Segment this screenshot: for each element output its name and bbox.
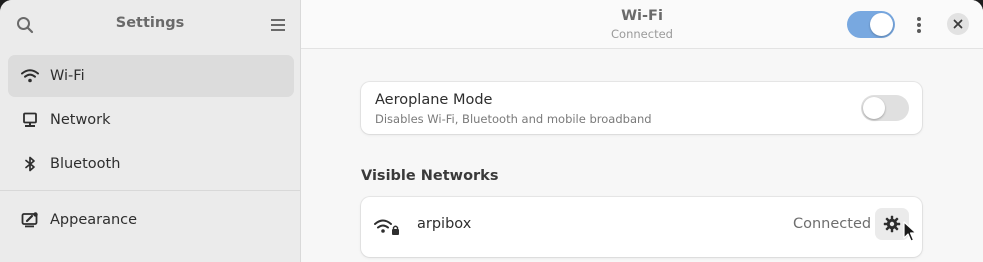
sidebar-item-bluetooth[interactable]: Bluetooth — [8, 143, 294, 185]
main-menu-button[interactable] — [264, 11, 292, 39]
sidebar-item-label: Network — [50, 112, 111, 128]
bluetooth-icon — [20, 154, 40, 174]
sidebar-item-label: Wi-Fi — [50, 68, 85, 84]
network-icon — [20, 110, 40, 130]
sidebar-list: Wi-Fi Network Bluetooth Appearance — [0, 55, 300, 243]
hamburger-menu-icon — [271, 19, 285, 31]
kebab-menu-icon — [917, 17, 921, 33]
airplane-mode-title: Aeroplane Mode — [375, 92, 493, 108]
main-header: Wi-Fi Connected — [301, 0, 983, 49]
main-panel: Wi-Fi Connected Aeroplane Mode Disables … — [301, 0, 983, 262]
sidebar-item-appearance[interactable]: Appearance — [8, 199, 294, 241]
visible-networks-heading: Visible Networks — [361, 168, 499, 184]
settings-window: Settings Wi-Fi Network Bluetooth Appeara… — [0, 0, 983, 262]
wifi-signal-locked-icon — [374, 219, 399, 235]
network-settings-button[interactable] — [875, 208, 909, 240]
sidebar: Settings Wi-Fi Network Bluetooth Appeara… — [0, 0, 301, 262]
network-name: arpibox — [417, 216, 472, 232]
sidebar-item-label: Appearance — [50, 212, 138, 228]
more-options-button[interactable] — [905, 11, 933, 39]
wifi-icon — [20, 66, 40, 86]
airplane-mode-row: Aeroplane Mode Disables Wi-Fi, Bluetooth… — [361, 82, 922, 134]
toggle-knob — [863, 97, 885, 119]
close-icon — [953, 19, 963, 29]
sidebar-item-network[interactable]: Network — [8, 99, 294, 141]
airplane-mode-description: Disables Wi-Fi, Bluetooth and mobile bro… — [375, 112, 652, 126]
network-status: Connected — [793, 216, 872, 232]
wifi-toggle[interactable] — [847, 11, 895, 38]
sidebar-title: Settings — [115, 15, 185, 31]
toggle-knob — [870, 13, 893, 36]
sidebar-item-label: Bluetooth — [50, 156, 121, 172]
appearance-icon — [20, 210, 40, 230]
close-button[interactable] — [947, 13, 969, 35]
gear-icon — [883, 215, 901, 233]
sidebar-header: Settings — [0, 0, 300, 48]
sidebar-divider — [0, 190, 300, 191]
network-row[interactable]: arpibox Connected — [361, 197, 922, 257]
sidebar-item-wifi[interactable]: Wi-Fi — [8, 55, 294, 97]
airplane-mode-switch[interactable] — [861, 95, 909, 121]
